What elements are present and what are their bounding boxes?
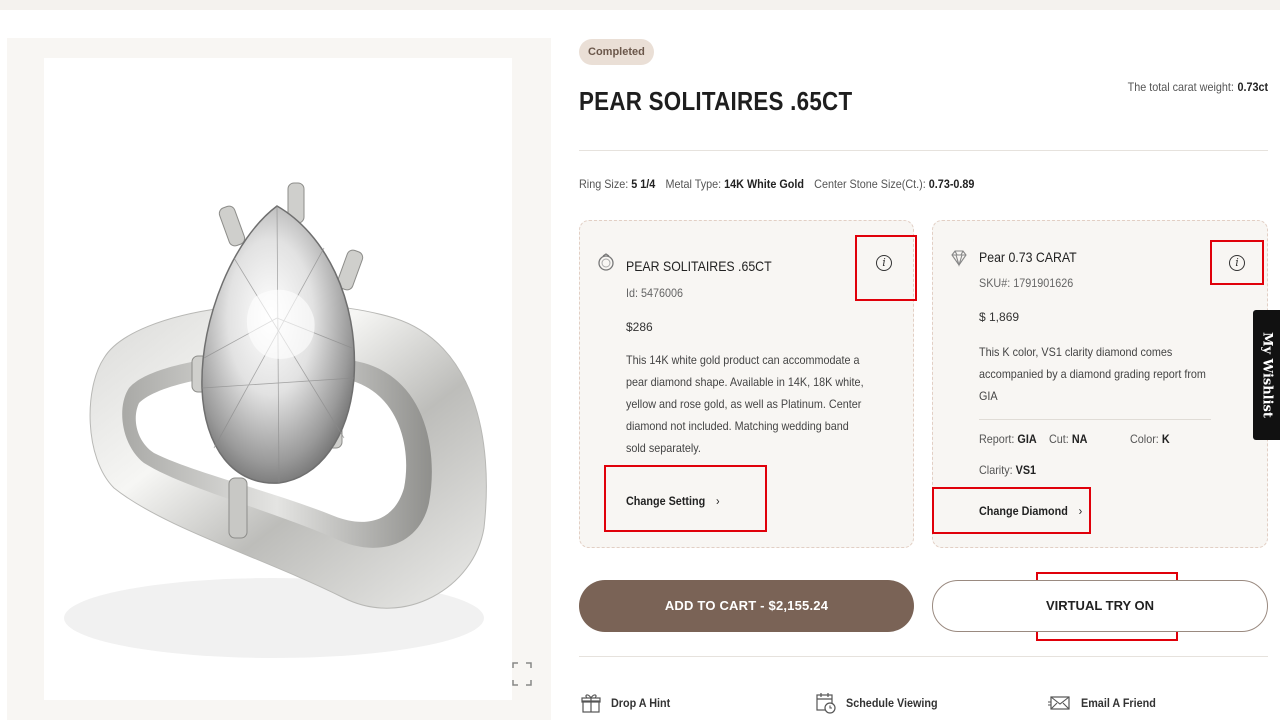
header-divider <box>579 150 1268 151</box>
product-media-panel <box>7 38 551 720</box>
ring-icon <box>598 253 614 271</box>
actions-divider <box>579 656 1268 657</box>
setting-name: PEAR SOLITAIRES .65CT <box>626 258 772 274</box>
cut-label: Cut: <box>1049 432 1069 446</box>
diamond-color: Color: K <box>1130 432 1170 446</box>
ring-illustration <box>64 182 487 658</box>
total-carat-value: 0.73ct <box>1237 80 1268 94</box>
top-bar <box>0 0 1280 10</box>
diamond-report: Report: GIA <box>979 432 1037 446</box>
envelope-icon <box>1048 696 1070 710</box>
setting-id: Id: 5476006 <box>626 286 684 300</box>
expand-image-icon[interactable] <box>511 660 533 688</box>
schedule-viewing-link[interactable]: Schedule Viewing <box>815 688 948 718</box>
add-to-cart-button[interactable]: ADD TO CART - $2,155.24 <box>579 580 914 632</box>
stone-size-value: 0.73-0.89 <box>928 177 975 191</box>
ring-size-value: 5 1/4 <box>631 177 656 191</box>
ring-size-label: Ring Size: <box>579 177 629 191</box>
report-value: GIA <box>1017 432 1037 446</box>
diamond-cut: Cut: NA <box>1049 432 1087 446</box>
total-carat-label: The total carat weight: <box>1127 80 1234 94</box>
wishlist-label: My Wishlist <box>1259 332 1274 418</box>
diamond-clarity: Clarity: VS1 <box>979 463 1036 477</box>
status-badge: Completed <box>579 39 654 65</box>
product-title: PEAR SOLITAIRES .65CT <box>579 86 853 116</box>
highlight-box-setting-info <box>855 235 917 301</box>
schedule-viewing-label: Schedule Viewing <box>846 696 938 710</box>
drop-a-hint-link[interactable]: Drop A Hint <box>580 688 677 718</box>
wishlist-side-tab[interactable]: My Wishlist <box>1253 310 1280 440</box>
drop-a-hint-label: Drop A Hint <box>611 696 671 710</box>
highlight-box-diamond-info <box>1210 240 1264 285</box>
clarity-value: VS1 <box>1015 463 1037 477</box>
metal-type-label: Metal Type: <box>665 177 722 191</box>
product-image[interactable] <box>44 58 512 700</box>
diamond-sku: SKU#: 1791901626 <box>979 276 1074 290</box>
email-a-friend-label: Email A Friend <box>1081 696 1156 710</box>
metal-type-value: 14K White Gold <box>724 177 804 191</box>
calendar-clock-icon <box>816 693 836 714</box>
spec-summary: Ring Size: 5 1/4 Metal Type: 14K White G… <box>579 177 982 191</box>
diamond-price: $ 1,869 <box>979 310 1020 324</box>
diamond-icon <box>951 250 967 267</box>
diamond-name: Pear 0.73 CARAT <box>979 249 1077 265</box>
highlight-box-change-setting <box>604 465 767 532</box>
color-label: Color: <box>1130 432 1159 446</box>
virtual-try-on-button[interactable]: VIRTUAL TRY ON <box>932 580 1268 632</box>
email-a-friend-link[interactable]: Email A Friend <box>1048 688 1164 718</box>
report-label: Report: <box>979 432 1015 446</box>
gift-icon <box>581 694 601 713</box>
clarity-label: Clarity: <box>979 463 1013 477</box>
setting-price: $286 <box>626 320 653 334</box>
diamond-card-divider <box>979 419 1211 420</box>
color-value: K <box>1161 432 1170 446</box>
total-carat-weight: The total carat weight: 0.73ct <box>1128 80 1268 94</box>
diamond-description: This K color, VS1 clarity diamond comes … <box>979 345 1206 403</box>
cut-value: NA <box>1071 432 1088 446</box>
setting-description: This 14K white gold product can accommod… <box>626 353 864 455</box>
stone-size-label: Center Stone Size(Ct.): <box>814 177 926 191</box>
highlight-box-change-diamond <box>932 487 1091 534</box>
